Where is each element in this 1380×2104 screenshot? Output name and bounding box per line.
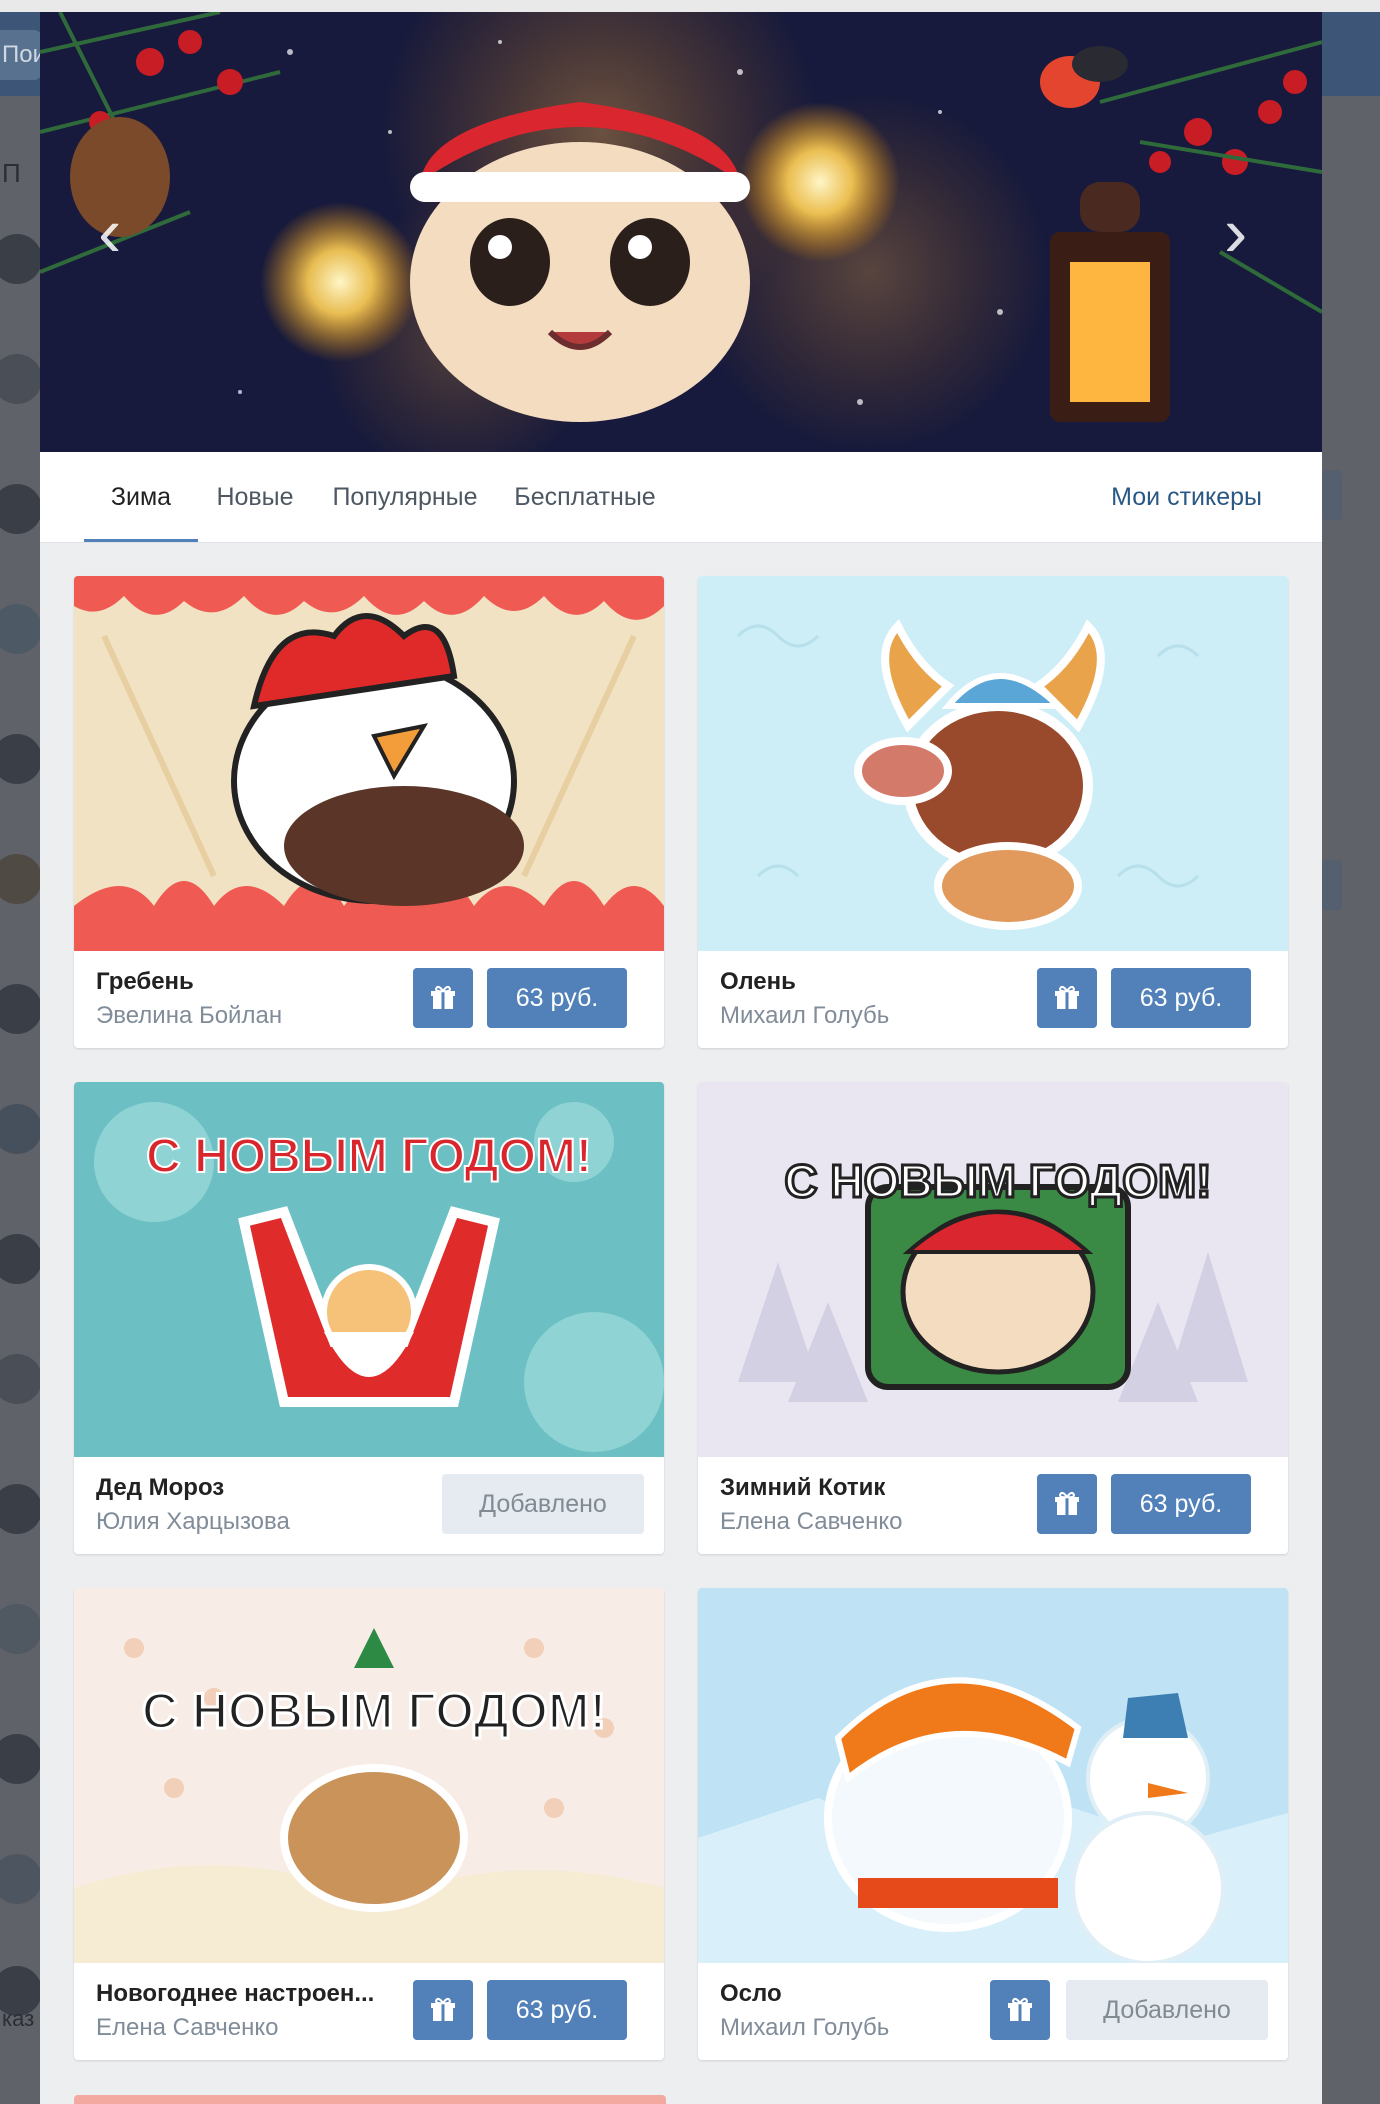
- background-avatar: [0, 1104, 42, 1154]
- hamster-sticker-image: С НОВЫМ ГОДОМ!: [74, 1588, 664, 1963]
- sticker-caption: С НОВЫМ ГОДОМ!: [784, 1155, 1211, 1207]
- gift-icon: [431, 1997, 455, 2021]
- pack-title[interactable]: Олень: [720, 968, 796, 996]
- sticker-pack-card-partial[interactable]: [74, 2095, 666, 2104]
- buy-button[interactable]: 63 руб.: [1111, 968, 1251, 1028]
- added-button[interactable]: Добавлено: [1066, 1980, 1268, 2040]
- banner-illustration: [40, 12, 1322, 452]
- buy-button[interactable]: 63 руб.: [487, 968, 627, 1028]
- gift-button[interactable]: [1037, 1474, 1097, 1534]
- background-search: Пои: [0, 30, 42, 80]
- my-stickers-link[interactable]: Мои стикеры: [1111, 452, 1262, 542]
- pack-author[interactable]: Михаил Голубь: [720, 2014, 889, 2042]
- gift-icon: [431, 985, 455, 1009]
- polar-bear-sticker-image: [698, 1588, 1288, 1963]
- santa-sticker-image: С НОВЫМ ГОДОМ!: [74, 1082, 664, 1457]
- pack-author[interactable]: Елена Савченко: [96, 2014, 278, 2042]
- background-avatar: [0, 854, 42, 904]
- pack-author[interactable]: Эвелина Бойлан: [96, 1002, 282, 1030]
- deer-sticker-image: [698, 576, 1288, 951]
- sticker-pack-card[interactable]: С НОВЫМ ГОДОМ! Дед Мороз Юлия Харцызова …: [74, 1082, 664, 1554]
- gift-button[interactable]: [413, 1980, 473, 2040]
- pack-title[interactable]: Новогоднее настроен...: [96, 1980, 374, 2008]
- sticker-preview[interactable]: С НОВЫМ ГОДОМ!: [698, 1082, 1288, 1457]
- tab-popular[interactable]: Популярные: [325, 452, 485, 542]
- background-avatar: [0, 1604, 42, 1654]
- pack-title[interactable]: Зимний Котик: [720, 1474, 885, 1502]
- banner-prev-arrow[interactable]: ‹: [98, 197, 138, 267]
- background-avatar: [0, 234, 42, 284]
- sticker-pack-card[interactable]: С НОВЫМ ГОДОМ! Зимний Котик Елена Савчен…: [698, 1082, 1288, 1554]
- added-button[interactable]: Добавлено: [442, 1474, 644, 1534]
- tab-winter[interactable]: Зима: [84, 452, 198, 542]
- sticker-preview[interactable]: С НОВЫМ ГОДОМ!: [74, 1588, 664, 1963]
- gift-button[interactable]: [990, 1980, 1050, 2040]
- sticker-pack-card[interactable]: С НОВЫМ ГОДОМ! Новогоднее настроен... Ел…: [74, 1588, 664, 2060]
- background-block: [1322, 860, 1342, 910]
- sticker-preview[interactable]: [698, 1588, 1288, 1963]
- pack-title[interactable]: Гребень: [96, 968, 194, 996]
- buy-button[interactable]: 63 руб.: [487, 1980, 627, 2040]
- pack-title[interactable]: Дед Мороз: [96, 1474, 224, 1502]
- gift-button[interactable]: [1037, 968, 1097, 1028]
- buy-button[interactable]: 63 руб.: [1111, 1474, 1251, 1534]
- background-avatar: [0, 1734, 42, 1784]
- background-avatar: [0, 734, 42, 784]
- pack-title[interactable]: Осло: [720, 1980, 782, 2008]
- gift-button[interactable]: [413, 968, 473, 1028]
- background-avatar: [0, 1854, 42, 1904]
- sticker-pack-card[interactable]: Гребень Эвелина Бойлан 63 руб.: [74, 576, 664, 1048]
- banner-next-arrow[interactable]: ›: [1224, 197, 1264, 267]
- background-avatar: [0, 1354, 42, 1404]
- pack-author[interactable]: Михаил Голубь: [720, 1002, 889, 1030]
- rooster-sticker-image: [74, 576, 664, 951]
- gift-icon: [1008, 1997, 1032, 2021]
- sticker-pack-card[interactable]: Олень Михаил Голубь 63 руб.: [698, 576, 1288, 1048]
- pack-author[interactable]: Юлия Харцызова: [96, 1508, 290, 1536]
- sticker-preview[interactable]: С НОВЫМ ГОДОМ!: [74, 1082, 664, 1457]
- background-text: каз: [2, 2006, 35, 2031]
- background-avatar: [0, 604, 42, 654]
- promo-banner[interactable]: ‹ ›: [40, 12, 1322, 452]
- sticker-preview[interactable]: [698, 576, 1288, 951]
- tab-free[interactable]: Бесплатные: [505, 452, 665, 542]
- stickers-store-modal: ‹ › Зима Новые Популярные Бесплатные Мои…: [40, 12, 1322, 2104]
- sticker-pack-card[interactable]: Осло Михаил Голубь Добавлено: [698, 1588, 1288, 2060]
- background-avatar: [0, 484, 42, 534]
- background-avatar: [0, 984, 42, 1034]
- sticker-preview[interactable]: [74, 576, 664, 951]
- browser-bar: [0, 0, 1380, 12]
- gift-icon: [1055, 985, 1079, 1009]
- gift-icon: [1055, 1491, 1079, 1515]
- background-text: П: [2, 158, 21, 188]
- pack-author[interactable]: Елена Савченко: [720, 1508, 902, 1536]
- background-block: [1322, 470, 1342, 520]
- store-tabs: Зима Новые Популярные Бесплатные Мои сти…: [40, 452, 1322, 543]
- background-avatar: [0, 1484, 42, 1534]
- background-avatar: [0, 1234, 42, 1284]
- background-left-column: П каз: [0, 96, 42, 2104]
- tab-new[interactable]: Новые: [205, 452, 305, 542]
- background-avatar: [0, 354, 42, 404]
- sticker-caption: С НОВЫМ ГОДОМ!: [142, 1683, 606, 1739]
- winter-cat-sticker-image: С НОВЫМ ГОДОМ!: [698, 1082, 1288, 1457]
- sticker-caption: С НОВЫМ ГОДОМ!: [146, 1130, 592, 1183]
- background-right-column: [1322, 96, 1380, 2104]
